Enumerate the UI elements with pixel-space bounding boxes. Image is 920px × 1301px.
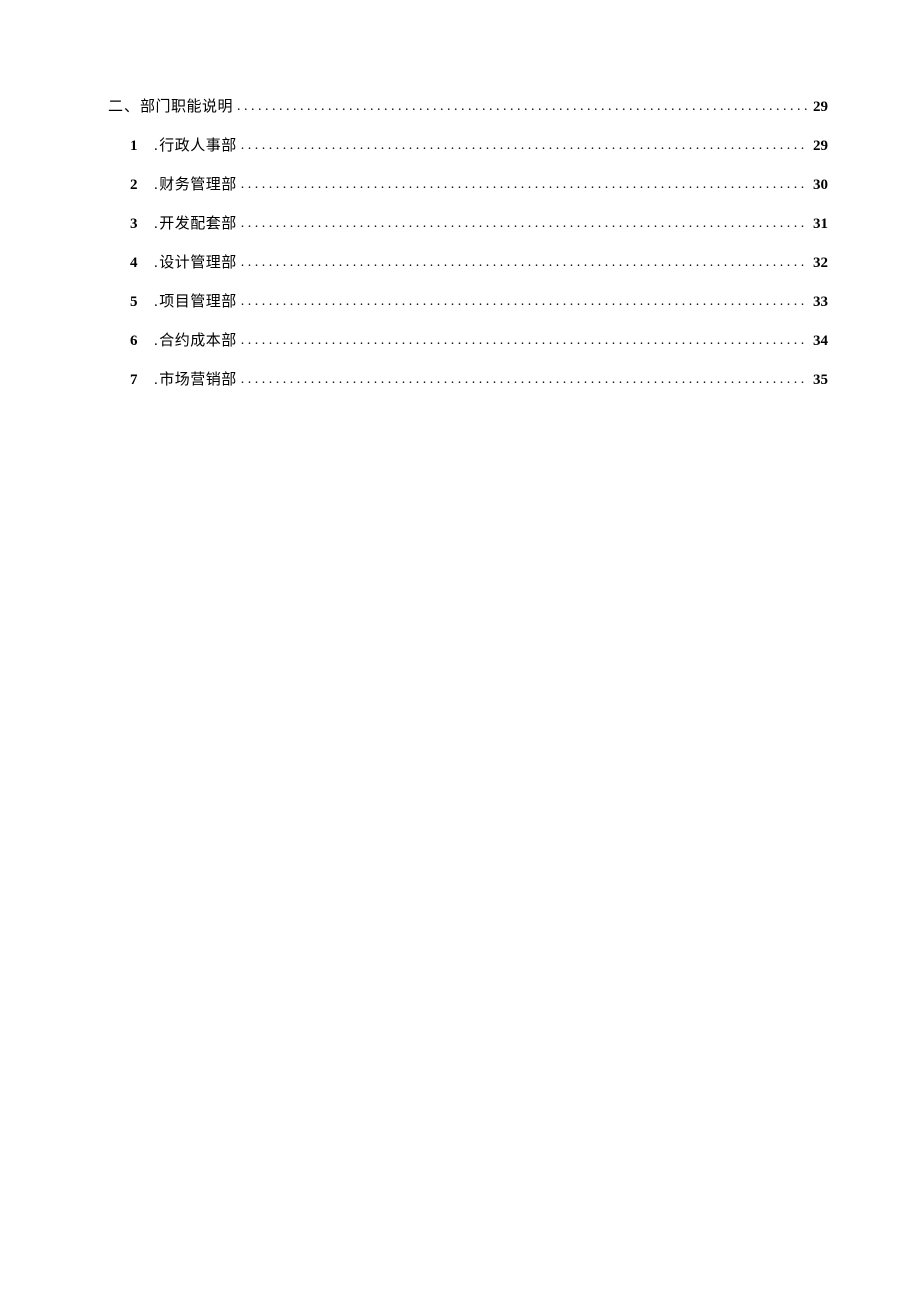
toc-item-number: 5 [130, 294, 140, 311]
toc-item-label: 合约成本部 [154, 329, 237, 350]
toc-leader-dots [237, 99, 807, 115]
toc-item-row: 7 市场营销部 35 [130, 368, 828, 389]
toc-item-number: 3 [130, 216, 140, 233]
toc-item-page: 29 [813, 138, 828, 155]
toc-leader-dots [241, 294, 807, 310]
toc-item-label: 项目管理部 [154, 290, 237, 311]
toc-item-label: 行政人事部 [154, 134, 237, 155]
document-page: 二、 部门职能说明 29 1 行政人事部 29 2 财务管理部 30 3 开发配… [0, 0, 920, 389]
toc-item-row: 4 设计管理部 32 [130, 251, 828, 272]
toc-item-row: 6 合约成本部 34 [130, 329, 828, 350]
toc-item-label: 市场营销部 [154, 368, 237, 389]
toc-leader-dots [241, 372, 807, 388]
toc-leader-dots [241, 138, 807, 154]
toc-leader-dots [241, 333, 807, 349]
toc-item-page: 35 [813, 372, 828, 389]
toc-heading-prefix: 二、 [108, 95, 140, 116]
toc-item-row: 3 开发配套部 31 [130, 212, 828, 233]
toc-item-number: 1 [130, 138, 140, 155]
toc-item-row: 1 行政人事部 29 [130, 134, 828, 155]
toc-item-label: 设计管理部 [154, 251, 237, 272]
toc-item-number: 6 [130, 333, 140, 350]
toc-item-page: 32 [813, 255, 828, 272]
toc-heading-title: 部门职能说明 [140, 95, 233, 116]
toc-heading-page: 29 [813, 99, 828, 116]
toc-item-page: 31 [813, 216, 828, 233]
toc-leader-dots [241, 177, 807, 193]
toc-leader-dots [241, 216, 807, 232]
toc-item-row: 5 项目管理部 33 [130, 290, 828, 311]
toc-item-page: 33 [813, 294, 828, 311]
toc-item-number: 4 [130, 255, 140, 272]
toc-heading-row: 二、 部门职能说明 29 [108, 95, 828, 116]
toc-item-row: 2 财务管理部 30 [130, 173, 828, 194]
toc-item-page: 34 [813, 333, 828, 350]
toc-item-number: 2 [130, 177, 140, 194]
toc-leader-dots [241, 255, 807, 271]
toc-item-number: 7 [130, 372, 140, 389]
toc-item-label: 开发配套部 [154, 212, 237, 233]
toc-item-page: 30 [813, 177, 828, 194]
toc-item-label: 财务管理部 [154, 173, 237, 194]
